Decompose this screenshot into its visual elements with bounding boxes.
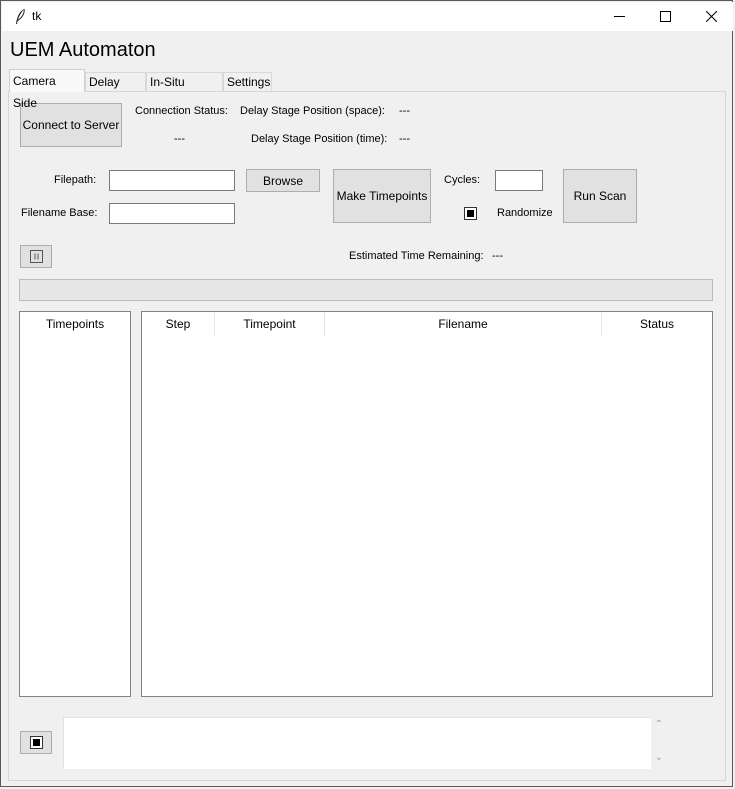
column-header-filename[interactable]: Filename [325,312,602,336]
app-title: UEM Automaton [10,39,156,61]
delay-stage-time-label: Delay Stage Position (time): [251,133,388,145]
close-button[interactable] [688,2,734,31]
delay-stage-time-value: --- [399,133,410,145]
connection-status-value: --- [174,133,185,145]
close-icon [705,11,717,22]
minimize-icon [613,16,625,17]
maximize-icon [659,11,671,22]
log-textbox[interactable] [63,717,651,769]
pause-button[interactable] [20,245,52,268]
connection-status-label: Connection Status: [135,105,228,117]
timepoints-list[interactable]: Timepoints [19,311,131,697]
feather-icon [16,8,25,24]
pause-icon [29,250,43,263]
scan-table[interactable]: Step Timepoint Filename Status [141,311,713,697]
scan-progress-bar [19,279,713,301]
randomize-label: Randomize [497,207,553,219]
scroll-up-icon[interactable]: ⌃ [652,719,666,730]
maximize-button[interactable] [642,2,688,31]
stop-icon [29,736,43,749]
browse-button[interactable]: Browse [246,169,320,192]
delay-stage-space-value: --- [399,105,410,117]
window-title: tk [32,9,42,23]
filename-base-label: Filename Base: [21,207,98,219]
app-window: tk UEM Automaton Camera Side Delay Side … [0,0,733,787]
filepath-label: Filepath: [54,174,97,186]
estimated-time-label: Estimated Time Remaining: [349,250,484,262]
title-bar: tk [2,2,733,31]
cycles-label: Cycles: [444,174,481,186]
column-header-step[interactable]: Step [142,312,215,336]
run-scan-button[interactable]: Run Scan [563,169,637,223]
randomize-checkbox[interactable] [464,207,477,220]
filename-base-input[interactable] [109,203,235,224]
stop-button[interactable] [20,731,52,754]
column-header-timepoint[interactable]: Timepoint [215,312,325,336]
estimated-time-value: --- [492,250,503,262]
tab-settings[interactable]: Settings [223,72,272,91]
cycles-input[interactable] [495,170,543,191]
delay-stage-space-label: Delay Stage Position (space): [240,105,385,117]
timepoints-header: Timepoints [45,317,105,331]
tab-in-situ-select[interactable]: In-Situ Select [146,72,223,108]
scroll-down-icon[interactable]: ⌄ [652,752,666,763]
tab-delay-side[interactable]: Delay Side [85,72,146,108]
minimize-button[interactable] [596,2,642,31]
filepath-input[interactable] [109,170,235,191]
column-header-status[interactable]: Status [602,312,712,336]
make-timepoints-button[interactable]: Make Timepoints [333,169,431,223]
tab-camera-side[interactable]: Camera Side [9,69,85,110]
